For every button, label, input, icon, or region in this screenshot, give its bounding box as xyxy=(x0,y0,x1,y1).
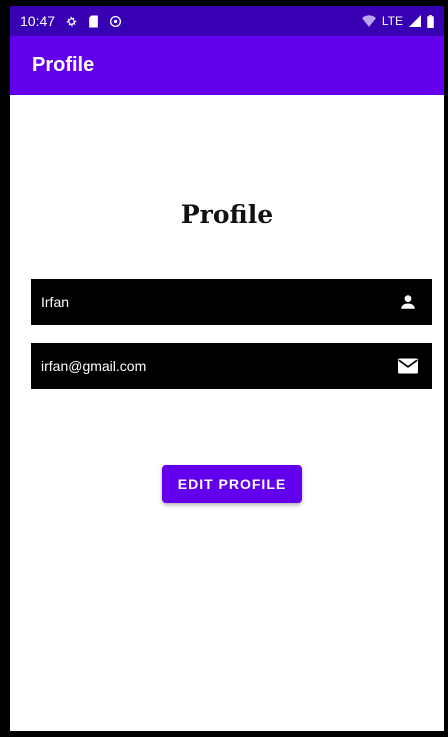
app-bar-title: Profile xyxy=(32,54,95,76)
wifi-icon xyxy=(361,15,376,27)
edit-profile-button[interactable]: EDIT PROFILE xyxy=(162,465,302,503)
status-bar: 10:47 LTE xyxy=(10,6,444,36)
name-field[interactable]: Irfan xyxy=(31,279,432,325)
mail-icon xyxy=(396,354,420,378)
email-field[interactable]: irfan@gmail.com xyxy=(31,343,432,389)
data-saver-icon xyxy=(109,15,122,28)
name-value[interactable]: Irfan xyxy=(41,294,396,310)
email-value[interactable]: irfan@gmail.com xyxy=(41,358,396,374)
status-time: 10:47 xyxy=(20,13,56,29)
page-heading: Profile xyxy=(180,200,274,229)
app-bar: Profile xyxy=(10,36,444,95)
signal-icon xyxy=(409,15,421,27)
phone-screen: 10:47 LTE Profile Profile Irfan irfan@gm… xyxy=(10,6,444,731)
gear-icon xyxy=(65,15,78,28)
sd-card-icon xyxy=(88,15,99,28)
network-type: LTE xyxy=(381,14,403,28)
battery-icon xyxy=(427,14,434,28)
person-icon xyxy=(396,290,420,314)
